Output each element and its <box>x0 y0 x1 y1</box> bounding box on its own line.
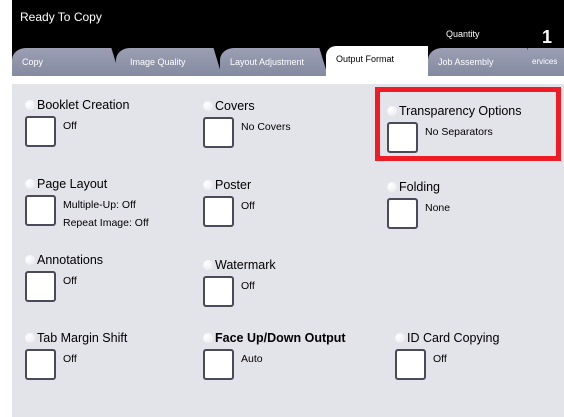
copy-screen: Ready To Copy Quantity 1 Copy Image Qual… <box>12 0 564 417</box>
option-value: Multiple-Up: Off <box>63 199 136 211</box>
option-title: Face Up/Down Output <box>215 331 346 345</box>
option-title: Tab Margin Shift <box>37 331 128 345</box>
radio-indicator <box>387 182 397 192</box>
tab-layout-adjustment[interactable]: Layout Adjustment <box>220 48 328 76</box>
quantity-label: Quantity <box>446 29 480 39</box>
annotations-button[interactable] <box>25 271 56 302</box>
option-value: Off <box>63 275 77 287</box>
tab-job-assembly[interactable]: Job Assembly <box>428 48 536 76</box>
radio-indicator <box>25 179 35 189</box>
radio-indicator <box>25 333 35 343</box>
option-value: Off <box>433 353 447 365</box>
quantity-value[interactable]: 1 <box>542 27 552 48</box>
poster-button[interactable] <box>203 196 234 227</box>
folding-button[interactable] <box>387 198 418 229</box>
radio-indicator <box>25 100 35 110</box>
tab-services[interactable]: ervices <box>528 48 564 76</box>
option-title: Poster <box>215 178 252 192</box>
option-title: Covers <box>215 99 255 113</box>
radio-indicator <box>203 260 213 270</box>
option-title: Booklet Creation <box>37 98 130 112</box>
option-value: Off <box>63 353 77 365</box>
option-value: Off <box>241 280 255 292</box>
option-title: Annotations <box>37 253 104 267</box>
tab-copy[interactable]: Copy <box>12 48 120 76</box>
tab-output-format[interactable]: Output Format <box>326 46 428 80</box>
highlight-box <box>375 87 561 161</box>
radio-indicator <box>203 333 213 343</box>
option-value: No Covers <box>241 121 291 133</box>
option-value: Auto <box>241 353 263 365</box>
radio-indicator <box>203 180 213 190</box>
option-value: Off <box>63 120 77 132</box>
face-up-down-output-button[interactable] <box>203 349 234 380</box>
option-value: None <box>425 202 451 214</box>
radio-indicator <box>395 333 405 343</box>
radio-indicator <box>203 101 213 111</box>
option-title: ID Card Copying <box>407 331 500 345</box>
watermark-button[interactable] <box>203 276 234 307</box>
option-title: Watermark <box>215 258 276 272</box>
status-message: Ready To Copy <box>20 10 102 24</box>
option-value: Repeat Image: Off <box>63 217 149 229</box>
tab-image-quality[interactable]: Image Quality <box>116 48 222 76</box>
option-title: Folding <box>399 180 440 194</box>
radio-indicator <box>25 255 35 265</box>
option-value: Off <box>241 200 255 212</box>
id-card-copying-button[interactable] <box>395 349 426 380</box>
option-title: Page Layout <box>37 177 108 191</box>
covers-button[interactable] <box>203 117 234 148</box>
booklet-creation-button[interactable] <box>25 116 56 147</box>
page-layout-button[interactable] <box>25 195 56 226</box>
tab-margin-shift-button[interactable] <box>25 349 56 380</box>
